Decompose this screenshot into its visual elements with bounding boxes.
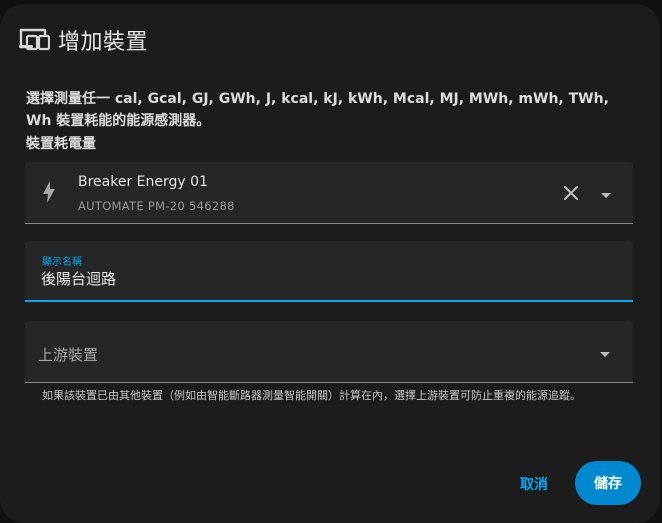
consumption-label: 裝置耗電量 <box>26 136 96 152</box>
device-entity: AUTOMATE PM-20 546288 <box>78 199 235 213</box>
device-name: Breaker Energy 01 <box>78 174 208 190</box>
display-name-input[interactable] <box>41 267 601 289</box>
cancel-button[interactable]: 取消 <box>512 471 556 497</box>
upstream-device-select[interactable]: 上游裝置 <box>25 321 633 383</box>
dialog-description: 選擇測量任一 cal, Gcal, GJ, GWh, J, kcal, kJ, … <box>26 91 609 129</box>
lightning-bolt-icon <box>42 181 56 207</box>
device-consumption-select[interactable]: Breaker Energy 01 AUTOMATE PM-20 546288 <box>25 162 633 224</box>
display-name-field[interactable]: 顯示名稱 <box>25 241 633 302</box>
clear-icon[interactable] <box>561 183 581 203</box>
dialog-title: 增加裝置 <box>58 30 149 55</box>
upstream-helper-text: 如果該裝置已由其他裝置（例如由智能斷路器測量智能開關）計算在內，選擇上游裝置可防… <box>42 389 581 402</box>
add-device-dialog: 增加裝置 選擇測量任一 cal, Gcal, GJ, GWh, J, kcal,… <box>0 4 660 523</box>
chevron-down-icon[interactable] <box>599 188 613 202</box>
display-name-label: 顯示名稱 <box>42 257 82 268</box>
chevron-down-icon[interactable] <box>598 347 612 361</box>
upstream-device-placeholder: 上游裝置 <box>38 346 99 364</box>
devices-icon <box>18 27 50 53</box>
save-button[interactable]: 儲存 <box>575 461 641 505</box>
dialog-header: 增加裝置 <box>18 24 148 56</box>
